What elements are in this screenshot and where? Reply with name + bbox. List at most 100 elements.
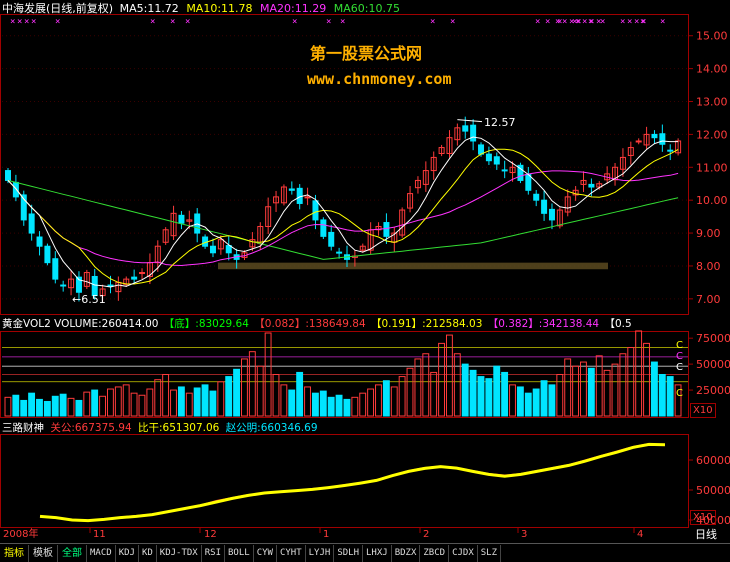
volume-bar: [469, 369, 477, 417]
candle-body: [667, 149, 674, 152]
signal-marker: ×: [596, 17, 601, 27]
tab-sdlh[interactable]: SDLH: [334, 544, 364, 562]
volume-bar: [335, 394, 343, 417]
volume-bar: [233, 368, 241, 417]
tab-kd[interactable]: KD: [139, 544, 157, 562]
ma60-line: [7, 179, 679, 260]
tab-zbcd[interactable]: ZBCD: [420, 544, 450, 562]
volume-bar: [36, 398, 43, 417]
ma20-label: MA20:11.29: [260, 2, 327, 15]
date-label-2008: 2008年: [3, 529, 39, 540]
volume-bar: [564, 358, 572, 417]
date-label-1: 1: [323, 529, 330, 540]
price-tick-label: 9.00: [696, 227, 721, 240]
volume-bar: [288, 389, 296, 417]
volume-bar: [75, 399, 83, 417]
volume-bar: [382, 380, 390, 417]
signal-marker: ×: [535, 17, 540, 27]
tab-lhxj[interactable]: LHXJ: [363, 544, 392, 562]
volume-bar: [241, 358, 248, 417]
tab-kdj[interactable]: KDJ: [116, 544, 139, 562]
tab-bdzx[interactable]: BDZX: [392, 544, 421, 562]
volume-bar: [256, 365, 264, 417]
tab-rsi[interactable]: RSI: [202, 544, 225, 562]
tab-macd[interactable]: MACD: [87, 544, 116, 562]
price-tick-label: 12.00: [696, 128, 728, 141]
signal-marker: ×: [589, 17, 594, 27]
tab-all[interactable]: 全部: [58, 544, 87, 562]
volume-bar: [595, 355, 603, 417]
price-tick-label: 7.00: [696, 293, 721, 306]
candle-body: [462, 125, 469, 132]
volume-value: VOLUME:260414.00: [54, 318, 159, 330]
candle-body: [312, 200, 319, 221]
volume-bar: [130, 392, 138, 417]
volume-bar: [170, 389, 177, 417]
volume-bar: [51, 395, 59, 417]
candle-body: [493, 156, 500, 165]
volume-bar: [12, 394, 20, 417]
volume-bar: [162, 374, 170, 417]
volume-bar: [485, 378, 493, 417]
date-label-2: 2: [423, 529, 430, 540]
price-tick-label: 11.00: [696, 161, 728, 174]
volume-bar: [311, 392, 319, 417]
volume-bar: [359, 392, 367, 417]
volume-bar: [650, 361, 658, 417]
tab-indicator[interactable]: 指标: [0, 544, 29, 562]
price-tick-label: 13.00: [696, 96, 728, 109]
volume-indicator-name: 黄金VOL2: [2, 318, 51, 330]
volume-side-letter-4: C: [676, 388, 683, 399]
candle-body: [139, 272, 146, 275]
level-0191-value: :212584.03: [422, 318, 483, 330]
volume-bar: [516, 386, 524, 417]
volume-bar: [343, 398, 351, 417]
date-label-4: 4: [637, 529, 644, 540]
signal-marker: ×: [55, 17, 60, 27]
volume-bar: [217, 381, 225, 417]
signal-marker: ×: [545, 17, 550, 27]
volume-bars: [4, 330, 682, 417]
tab-kdj-tdx[interactable]: KDJ-TDX: [157, 544, 202, 562]
level-0382-label: 【0.382】: [487, 318, 539, 330]
tab-cjdx[interactable]: CJDX: [449, 544, 478, 562]
signal-marker: ×: [326, 17, 331, 27]
candle-body: [533, 193, 540, 201]
ma10-label: MA10:11.78: [186, 2, 253, 15]
candle-body: [336, 251, 343, 254]
price-tick-label: 10.00: [696, 194, 728, 207]
level-0382-value: :342138.44: [538, 318, 600, 330]
candle-body: [52, 258, 59, 280]
price-tick-label: 15.00: [696, 30, 728, 43]
level-bottom-label: 【底】: [163, 318, 196, 330]
tab-slz[interactable]: SLZ: [478, 544, 502, 562]
volume-bar: [99, 395, 106, 417]
candle-body: [28, 213, 35, 234]
volume-bar: [406, 367, 414, 417]
indicator-tick-label: 60000: [696, 454, 730, 467]
volume-tick-label: 75000: [696, 332, 730, 345]
tab-cyw[interactable]: CYW: [254, 544, 277, 562]
level-bottom-value: :83029.64: [195, 318, 249, 330]
candle-body: [296, 187, 303, 204]
ma20-line: [7, 170, 679, 267]
signal-marker: ×: [31, 17, 36, 27]
watermark-title: 第一股票公式网: [310, 44, 423, 63]
volume-bar: [453, 353, 461, 417]
signal-marker: ×: [641, 17, 646, 27]
volume-bar: [209, 390, 217, 417]
signal-marker: ×: [150, 17, 155, 27]
volume-bar: [177, 386, 185, 417]
tab-boll[interactable]: BOLL: [225, 544, 254, 562]
signal-marker: ×: [17, 17, 22, 27]
level-05-label: 【0.5: [604, 318, 632, 330]
tab-cyht[interactable]: CYHT: [277, 544, 306, 562]
tab-lyjh[interactable]: LYJH: [306, 544, 335, 562]
date-label-11: 11: [93, 529, 106, 540]
high-marker-label: 12.57: [484, 116, 516, 129]
volume-bar: [580, 361, 587, 417]
tab-template[interactable]: 模板: [29, 544, 58, 562]
chart-header: 中海发展(日线,前复权) MA5:11.72 MA10:11.78 MA20:1…: [2, 2, 400, 15]
candle-body: [470, 124, 477, 142]
price-y-axis: 7.00 8.00 9.00 10.00 11.00 12.00 13.00 14.00 15.…: [688, 30, 728, 306]
